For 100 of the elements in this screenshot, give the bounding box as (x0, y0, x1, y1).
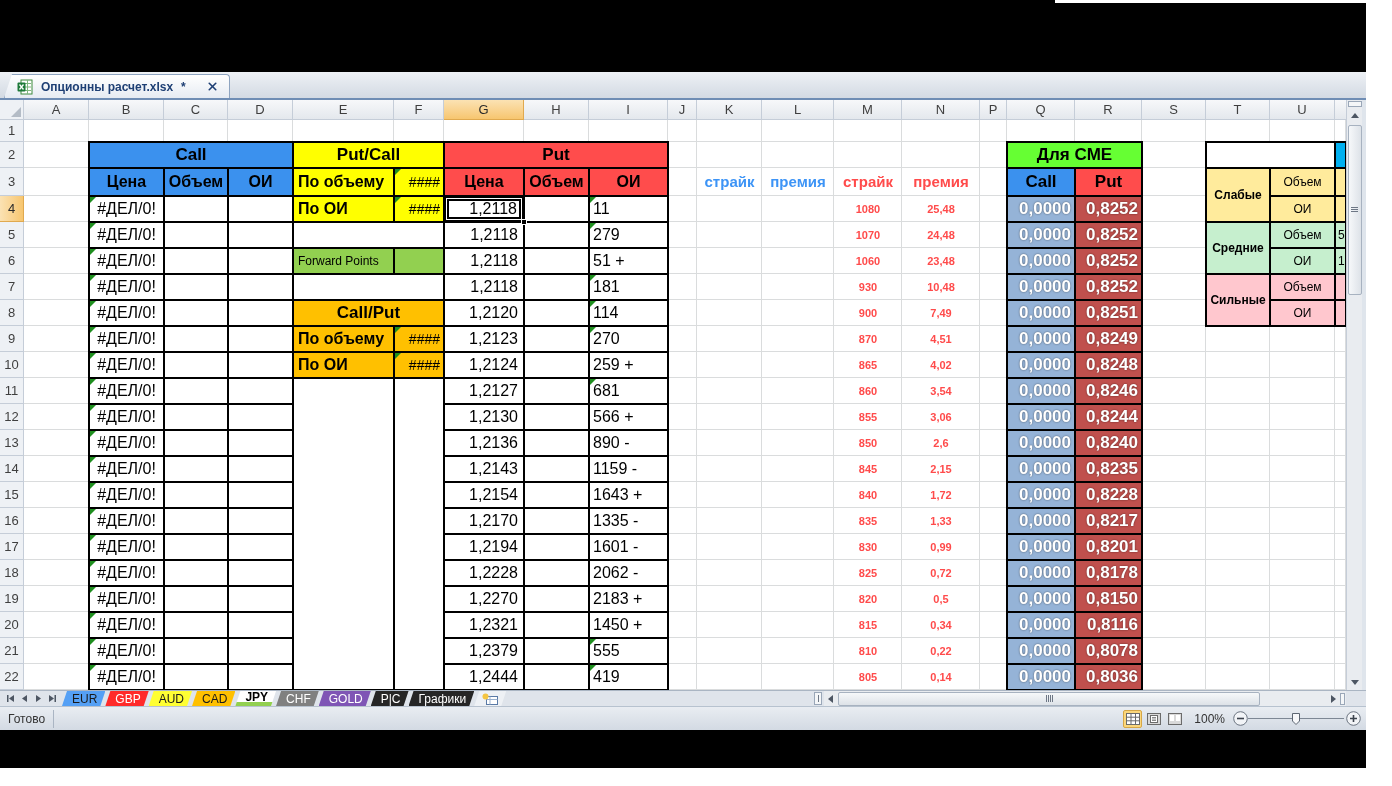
column-header[interactable]: I (589, 100, 668, 120)
table-cell: 0,8235 (1075, 456, 1142, 482)
sheet-tab[interactable]: CHF (276, 691, 319, 706)
column-header[interactable]: U (1270, 100, 1335, 120)
sheet-tab[interactable]: CAD (192, 691, 236, 706)
table-cell[interactable]: 1,2118 (444, 196, 524, 222)
row-header[interactable]: 5 (0, 222, 24, 248)
table-cell[interactable]: 1,2118 (444, 274, 524, 300)
row-header[interactable]: 11 (0, 378, 24, 404)
vertical-scrollbar[interactable] (1346, 100, 1362, 690)
horizontal-scrollbar[interactable] (824, 691, 1346, 706)
scroll-thumb[interactable] (838, 691, 1260, 706)
row-header[interactable]: 10 (0, 352, 24, 378)
column-header[interactable]: G (444, 100, 524, 120)
table-cell: 0,8249 (1075, 326, 1142, 352)
table-cell[interactable]: 1,2379 (444, 638, 524, 664)
zoom-in-button[interactable] (1346, 711, 1361, 726)
column-header[interactable]: B (89, 100, 164, 120)
sheet-tab[interactable]: GBP (105, 691, 149, 706)
fill-handle[interactable] (521, 219, 527, 225)
table-cell[interactable]: 1,2118 (444, 222, 524, 248)
column-header[interactable]: F (394, 100, 444, 120)
table-cell[interactable]: 1,2154 (444, 482, 524, 508)
row-header[interactable]: 8 (0, 300, 24, 326)
column-header[interactable]: K (697, 100, 762, 120)
table-header: Для CME (1007, 142, 1142, 168)
table-cell[interactable]: 1,2118 (444, 248, 524, 274)
table-cell[interactable]: 1,2136 (444, 430, 524, 456)
split-handle[interactable] (814, 692, 822, 705)
column-header[interactable]: D (228, 100, 293, 120)
column-header[interactable]: L (762, 100, 834, 120)
row-header[interactable]: 16 (0, 508, 24, 534)
table-cell: 0,8228 (1075, 482, 1142, 508)
row-header[interactable]: 4 (0, 196, 24, 222)
column-header[interactable]: A (24, 100, 89, 120)
sheet-tab[interactable]: EUR (62, 691, 106, 706)
table-cell[interactable]: 1,2143 (444, 456, 524, 482)
column-header[interactable]: P (980, 100, 1007, 120)
sheet-tab[interactable]: Графики (408, 691, 475, 706)
sheet-tab[interactable]: AUD (148, 691, 193, 706)
column-header[interactable]: J (668, 100, 697, 120)
table-cell[interactable]: 1,2124 (444, 352, 524, 378)
table-cell[interactable]: 1,2130 (444, 404, 524, 430)
row-header[interactable]: 22 (0, 664, 24, 690)
plus-icon (1346, 711, 1361, 726)
split-handle[interactable] (1340, 692, 1345, 705)
slider-thumb[interactable] (1292, 712, 1300, 725)
column-header[interactable]: C (164, 100, 228, 120)
row-header[interactable]: 18 (0, 560, 24, 586)
document-tab[interactable]: Опционны расчет.xlsx * (4, 74, 230, 98)
split-handle[interactable] (1347, 101, 1362, 107)
row-header[interactable]: 3 (0, 168, 24, 196)
zoom-out-button[interactable] (1233, 711, 1248, 726)
row-header[interactable]: 19 (0, 586, 24, 612)
table-cell[interactable]: 1,2228 (444, 560, 524, 586)
row-header[interactable]: 1 (0, 120, 24, 142)
first-sheet-button[interactable] (4, 692, 16, 705)
row-header[interactable]: 20 (0, 612, 24, 638)
column-header[interactable]: N (902, 100, 980, 120)
column-header[interactable]: S (1142, 100, 1206, 120)
table-cell[interactable]: 1,2444 (444, 664, 524, 690)
table-cell-text: 810 (857, 643, 879, 659)
row-header[interactable]: 21 (0, 638, 24, 664)
scroll-thumb[interactable] (1347, 125, 1362, 295)
row-header[interactable]: 9 (0, 326, 24, 352)
column-header[interactable]: H (524, 100, 589, 120)
table-cell[interactable]: 1,2170 (444, 508, 524, 534)
row-header[interactable]: 14 (0, 456, 24, 482)
row-header[interactable]: 15 (0, 482, 24, 508)
insert-sheet-button[interactable] (474, 691, 507, 706)
close-tab-button[interactable] (205, 79, 219, 94)
row-header[interactable]: 13 (0, 430, 24, 456)
table-cell-text: 825 (857, 565, 879, 581)
zoom-level[interactable]: 100% (1194, 709, 1225, 728)
last-sheet-button[interactable] (46, 692, 58, 705)
row-header[interactable]: 6 (0, 248, 24, 274)
table-cell[interactable]: 1,2194 (444, 534, 524, 560)
table-cell[interactable]: 1,2120 (444, 300, 524, 326)
column-header[interactable]: Q (1007, 100, 1075, 120)
column-header[interactable]: E (293, 100, 394, 120)
table-cell[interactable]: 1,2321 (444, 612, 524, 638)
row-header[interactable]: 2 (0, 142, 24, 168)
table-cell[interactable]: 1,2270 (444, 586, 524, 612)
row-header[interactable]: 7 (0, 274, 24, 300)
row-header[interactable]: 12 (0, 404, 24, 430)
sheet-tab[interactable]: GOLD (318, 691, 371, 706)
column-header[interactable]: R (1075, 100, 1142, 120)
sheet-tab[interactable]: P|C (370, 691, 409, 706)
table-cell[interactable]: 1,2123 (444, 326, 524, 352)
zoom-slider[interactable] (1248, 711, 1344, 726)
table-cell: 0,8116 (1075, 612, 1142, 638)
column-header[interactable]: T (1206, 100, 1270, 120)
table-cell: 1 (1335, 248, 1346, 274)
table-cell[interactable]: 1,2127 (444, 378, 524, 404)
view-button[interactable] (1123, 709, 1143, 728)
table-cell-text: 840 (857, 487, 879, 503)
row-header[interactable]: 17 (0, 534, 24, 560)
sheet-tab[interactable]: JPY (235, 691, 277, 706)
column-header[interactable]: M (834, 100, 902, 120)
table-cell: Средние (1206, 222, 1270, 274)
